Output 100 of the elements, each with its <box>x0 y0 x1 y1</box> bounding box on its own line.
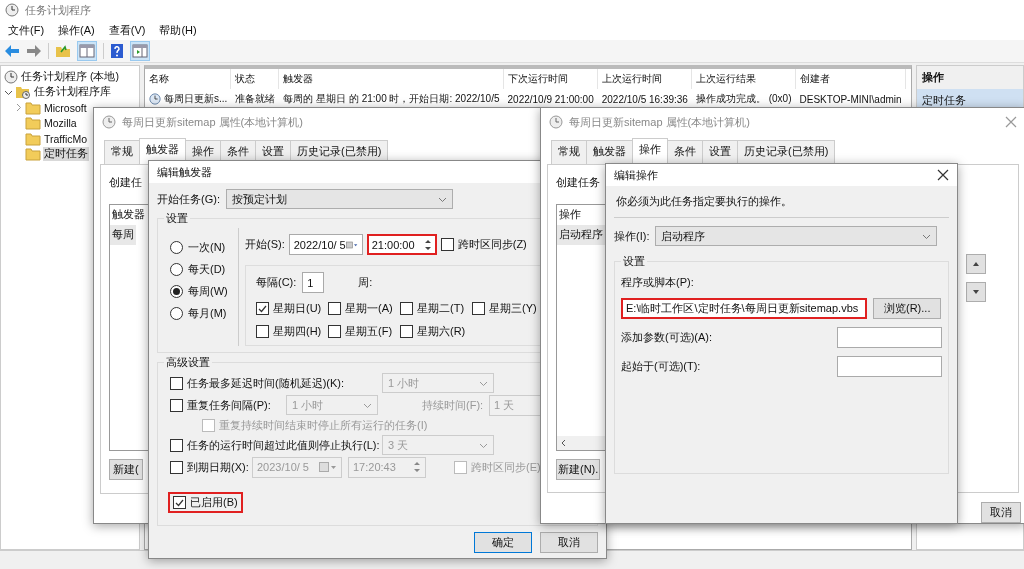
instruction-text: 你必须为此任务指定要执行的操作。 <box>615 194 793 209</box>
input-field[interactable]: E:\临时工作区\定时任务\每周日更新sitemap.vbs <box>621 298 867 319</box>
field-label: 添加参数(可选)(A): <box>621 330 713 345</box>
clock-icon <box>4 69 18 84</box>
radio-button[interactable]: 一次(N) <box>170 240 238 255</box>
pane-header: 操作 <box>917 66 1023 89</box>
new-button[interactable]: 新建( <box>109 459 143 480</box>
spinner-icon <box>413 460 421 474</box>
tab[interactable]: 触发器 <box>586 140 633 164</box>
checkbox[interactable]: 已启用(B) <box>168 492 243 513</box>
tab[interactable]: 设置 <box>702 140 738 164</box>
folder-clock-icon <box>15 85 31 100</box>
move-up-button[interactable] <box>966 254 986 274</box>
checkbox[interactable]: 任务最多延迟时间(随机延迟)(K): <box>170 375 376 391</box>
calendar-icon <box>345 239 358 250</box>
column-header[interactable]: 上次运行结果 <box>691 69 796 89</box>
field-label: 每隔(C): <box>256 275 297 290</box>
checkbox[interactable]: 重复任务间隔(P): <box>170 397 280 413</box>
input-field[interactable] <box>837 356 942 377</box>
column-header[interactable]: 上次运行时间 <box>597 69 692 89</box>
tree-item[interactable]: 任务计划程序 (本地) <box>20 69 120 84</box>
description-text: 创建任 <box>109 175 142 190</box>
folder-icon <box>25 147 41 162</box>
tree-item[interactable]: Microsoft <box>43 101 88 114</box>
field-label: 程序或脚本(P): <box>621 275 695 290</box>
tab[interactable]: 常规 <box>104 140 140 164</box>
tab[interactable]: 历史记录(已禁用) <box>737 140 836 164</box>
checkbox[interactable]: 星期一(A) <box>328 301 400 316</box>
dialog-title: 编辑操作 <box>614 167 658 183</box>
column-header[interactable]: 状态 <box>231 69 280 89</box>
back-icon[interactable] <box>4 44 20 58</box>
menu-item[interactable]: 查看(V) <box>108 22 146 38</box>
field-label: 持续时间(F): <box>422 397 484 413</box>
radio-button[interactable]: 每天(D) <box>170 262 238 277</box>
tree-item[interactable]: Mozilla <box>43 117 78 130</box>
list-item[interactable]: 启动程序 <box>557 225 605 245</box>
date-field[interactable]: 2022/10/ 5 <box>288 234 363 255</box>
checkbox[interactable]: 星期日(U) <box>256 301 328 316</box>
checkbox[interactable]: 星期三(Y) <box>472 301 544 316</box>
dialog-title: 每周日更新sitemap 属性(本地计算机) <box>569 114 750 130</box>
input-field[interactable] <box>837 327 942 348</box>
column-header[interactable]: 名称 <box>145 69 232 89</box>
folder-icon <box>25 100 41 115</box>
table-cell-text: 准备就绪 <box>234 92 277 106</box>
chevron-right-icon[interactable] <box>14 103 23 113</box>
checkbox[interactable]: 星期五(F) <box>328 324 400 339</box>
column-header[interactable]: 下次运行时间 <box>503 69 598 89</box>
folder-icon <box>25 116 41 131</box>
column-header[interactable]: 触发器 <box>279 69 504 89</box>
folder-icon[interactable] <box>55 44 71 58</box>
move-down-button[interactable] <box>966 282 986 302</box>
calendar-icon <box>319 462 337 472</box>
checkbox[interactable]: 星期二(T) <box>400 301 472 316</box>
tree-item[interactable]: TrafficMo <box>43 132 89 145</box>
group-title: 设置 <box>165 211 189 226</box>
field-label: 开始(S): <box>245 237 285 252</box>
cancel-button[interactable]: 取消 <box>981 502 1021 523</box>
column-header[interactable]: 创建者 <box>795 69 906 89</box>
help-icon[interactable] <box>110 43 124 59</box>
tab[interactable]: 条件 <box>667 140 703 164</box>
menu-item[interactable]: 操作(A) <box>58 22 95 38</box>
panel-icon[interactable] <box>77 41 97 61</box>
table-cell-text: DESKTOP-MINI\admin <box>798 92 903 107</box>
field-label: 开始任务(G): <box>157 191 220 207</box>
checkmark-icon <box>174 497 185 508</box>
triangle-up-icon <box>973 262 979 266</box>
dropdown[interactable]: 按预定计划 <box>225 189 453 209</box>
radio-button[interactable]: 每月(M) <box>170 306 238 321</box>
menu-item[interactable]: 帮助(H) <box>159 22 197 38</box>
radio-button[interactable]: 每周(W) <box>170 284 238 299</box>
checkbox[interactable]: 星期六(R) <box>400 324 472 339</box>
close-icon[interactable] <box>937 169 949 181</box>
forward-icon[interactable] <box>26 44 42 58</box>
folder-icon <box>25 131 41 146</box>
table-cell-text: 2022/10/5 16:39:36 <box>600 92 689 107</box>
field-label: 起始于(可选)(T): <box>621 359 701 374</box>
list-item[interactable]: 每周 <box>110 225 136 245</box>
time-field[interactable]: 21:00:00 <box>366 234 437 255</box>
table-cell-text: 每周的 星期日 的 21:00 时，开始日期: 2022/10/5 <box>282 92 501 106</box>
ok-button[interactable]: 确定 <box>474 532 532 553</box>
chevron-left-icon[interactable] <box>560 439 568 447</box>
tree-item[interactable]: 定时任务 <box>43 147 89 162</box>
tab[interactable]: 常规 <box>551 140 587 164</box>
checkbox[interactable]: 跨时区同步(Z) <box>440 237 527 252</box>
browse-button[interactable]: 浏览(R)... <box>873 298 942 319</box>
tree-item[interactable]: 任务计划程序库 <box>33 85 112 100</box>
number-field[interactable]: 1 <box>302 272 325 293</box>
menu-item[interactable]: 文件(F) <box>8 22 45 38</box>
table-cell-text: 2022/10/9 21:00:00 <box>506 92 595 107</box>
checkbox[interactable]: 星期四(H) <box>256 324 328 339</box>
group-title: 高级设置 <box>165 355 211 370</box>
triangle-down-icon <box>973 290 979 294</box>
field-label: 操作(I): <box>614 228 650 244</box>
cancel-button[interactable]: 取消 <box>540 532 598 553</box>
checkbox[interactable]: 到期日期(X): <box>170 459 246 475</box>
clock-icon <box>149 93 161 105</box>
panel-icon[interactable] <box>130 41 150 61</box>
new-button[interactable]: 新建(N). <box>556 459 601 480</box>
checkmark-icon <box>257 303 268 314</box>
dropdown[interactable]: 启动程序 <box>655 226 938 246</box>
